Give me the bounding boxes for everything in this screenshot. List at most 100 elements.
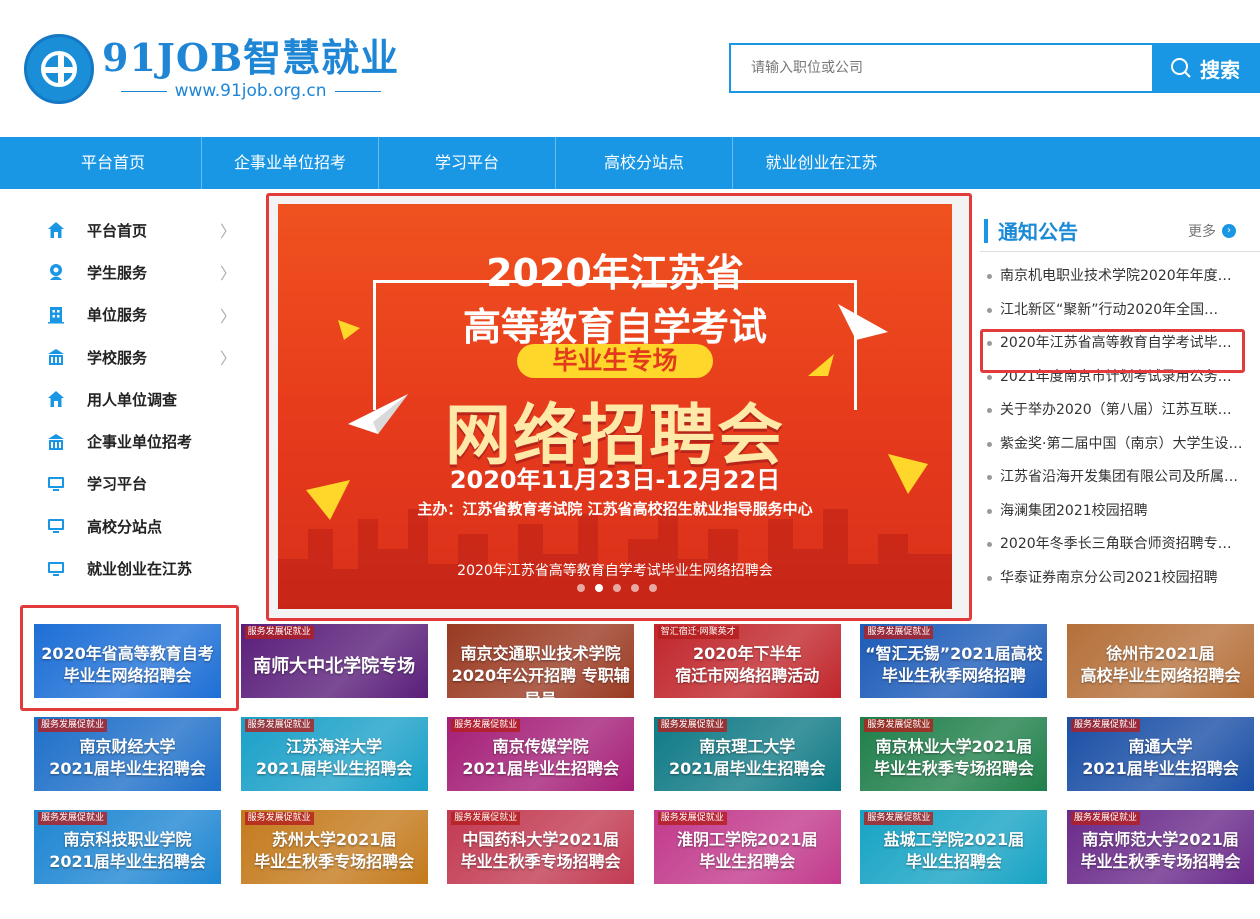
notice-item[interactable]: 江北新区“聚新”行动2020年全国… bbox=[980, 294, 1252, 328]
notice-item[interactable]: 江苏省沿海开发集团有限公司及所属… bbox=[980, 461, 1252, 495]
notice-item[interactable]: 紫金奖·第二届中国（南京）大学生设… bbox=[980, 428, 1252, 462]
tile-subtitle: 高校毕业生网络招聘会 bbox=[1080, 666, 1241, 685]
notice-list: 南京机电职业技术学院2020年年度… 江北新区“聚新”行动2020年全国… 20… bbox=[980, 260, 1260, 595]
logo-emblem-icon bbox=[24, 34, 94, 104]
sidebar-item-school-services[interactable]: 学校服务 〉 bbox=[25, 336, 250, 378]
notice-header: 通知公告 更多 › bbox=[980, 210, 1260, 252]
tile-subtitle: 2021届毕业生招聘会 bbox=[669, 759, 826, 778]
recruitment-tile[interactable]: 服务发展促就业 南京师范大学2021届 毕业生秋季专场招聘会 bbox=[1067, 810, 1254, 884]
notice-title: 通知公告 bbox=[998, 220, 1078, 244]
sidebar-item-label: 学习平台 bbox=[87, 475, 148, 494]
sidebar-item-college-sites[interactable]: 高校分站点 bbox=[25, 505, 250, 547]
nav-item-recruitment-exams[interactable]: 企事业单位招考 bbox=[202, 137, 379, 189]
recruitment-tile[interactable]: 服务发展促就业 南京财经大学 2021届毕业生招聘会 bbox=[34, 717, 221, 791]
tile-tag: 服务发展促就业 bbox=[864, 812, 934, 825]
recruitment-tile[interactable]: 服务发展促就业 南京林业大学2021届 毕业生秋季专场招聘会 bbox=[860, 717, 1048, 791]
search-button-label: 搜索 bbox=[1200, 57, 1240, 82]
recruitment-tile[interactable]: 服务发展促就业南京科技职业学院 2021届毕业生招聘会 bbox=[34, 810, 221, 884]
tile-title: 南京理工大学 bbox=[699, 737, 796, 756]
carousel-dot[interactable] bbox=[595, 584, 603, 592]
chevron-right-icon: 〉 bbox=[219, 306, 236, 326]
tile-tag: 服务发展促就业 bbox=[657, 719, 727, 732]
recruitment-tile[interactable]: 服务发展促就业 苏州大学2021届 毕业生秋季专场招聘会 bbox=[240, 810, 428, 884]
recruitment-tile[interactable]: 南京交通职业技术学院 2020年公开招聘 专职辅导员 bbox=[447, 624, 635, 698]
tile-subtitle: 2021届毕业生招聘会 bbox=[462, 759, 619, 778]
main-nav: 平台首页 企事业单位招考 学习平台 高校分站点 就业创业在江苏 bbox=[0, 137, 1260, 189]
recruitment-tile[interactable]: 服务发展促就业 淮阴工学院2021届 毕业生招聘会 bbox=[653, 810, 841, 884]
banner-carousel[interactable]: 2020年江苏省 高等教育自学考试 毕业生专场 网络招聘会 2020年11月23… bbox=[278, 204, 952, 609]
tile-subtitle: 2021届毕业生招聘会 bbox=[49, 759, 206, 778]
site-logo[interactable]: 91JOB智慧就业 www.91job.org.cn bbox=[24, 34, 399, 104]
tile-title: 南京科技职业学院 bbox=[63, 830, 192, 849]
notice-highlight-frame bbox=[980, 329, 1245, 373]
tile-tag: 服务发展促就业 bbox=[657, 812, 727, 825]
paper-plane-icon bbox=[348, 394, 408, 434]
search-bar: 搜索 bbox=[729, 43, 1260, 93]
tile-tag: 服务发展促就业 bbox=[38, 719, 108, 732]
home-icon bbox=[48, 391, 64, 408]
chevron-right-icon: 〉 bbox=[219, 264, 236, 284]
recruitment-tile[interactable]: 服务发展促就业 中国药科大学2021届 毕业生秋季专场招聘会 bbox=[447, 810, 635, 884]
tile-subtitle: 2021届毕业生招聘会 bbox=[255, 759, 413, 778]
chevron-right-icon: 〉 bbox=[219, 222, 236, 242]
tile-highlight-frame bbox=[20, 605, 239, 711]
sidebar-item-jiangsu-employment[interactable]: 就业创业在江苏 bbox=[25, 547, 250, 589]
tile-subtitle: 2020年公开招聘 专职辅导员 bbox=[451, 666, 630, 698]
nav-item-home[interactable]: 平台首页 bbox=[25, 137, 202, 189]
sidebar-item-employer-survey[interactable]: 用人单位调查 bbox=[25, 378, 250, 420]
notice-item[interactable]: 南京机电职业技术学院2020年年度… bbox=[980, 260, 1252, 294]
sidebar-item-employer-services[interactable]: 单位服务 〉 bbox=[25, 294, 250, 336]
notice-panel: 通知公告 更多 › 南京机电职业技术学院2020年年度… 江北新区“聚新”行动2… bbox=[980, 210, 1260, 595]
recruitment-tile[interactable]: 服务发展促就业 盐城工学院2021届 毕业生招聘会 bbox=[860, 810, 1048, 884]
notice-item[interactable]: 海澜集团2021校园招聘 bbox=[980, 495, 1252, 529]
recruitment-tile[interactable]: 智汇宿迁·网聚英才 2020年下半年 宿迁市网络招聘活动 bbox=[653, 624, 841, 698]
tile-tag: 服务发展促就业 bbox=[38, 812, 108, 825]
tile-title: 苏州大学2021届 bbox=[271, 830, 397, 849]
sidebar-item-label: 就业创业在江苏 bbox=[87, 560, 193, 579]
sidebar-item-learning[interactable]: 学习平台 bbox=[25, 463, 250, 505]
tile-title: 南师大中北学院专场 bbox=[253, 656, 416, 677]
search-input[interactable] bbox=[731, 45, 1152, 91]
banner-date: 2020年11月23日-12月22日 bbox=[449, 466, 781, 494]
recruitment-tile[interactable]: 服务发展促就业 南师大中北学院专场 bbox=[240, 624, 428, 698]
carousel-dot[interactable] bbox=[577, 584, 585, 592]
sidebar-item-student-services[interactable]: 学生服务 〉 bbox=[25, 251, 250, 293]
nav-item-college-sites[interactable]: 高校分站点 bbox=[556, 137, 733, 189]
tile-subtitle: 2021届毕业生招聘会 bbox=[49, 852, 206, 871]
sidebar-item-label: 用人单位调查 bbox=[87, 390, 178, 409]
carousel-dot[interactable] bbox=[631, 584, 639, 592]
tile-title: 盐城工学院2021届 bbox=[883, 830, 1025, 849]
tile-tag: 服务发展促就业 bbox=[451, 812, 521, 825]
logo-title: 91JOB智慧就业 bbox=[102, 35, 400, 80]
tile-title: 南京师范大学2021届 bbox=[1082, 830, 1239, 849]
recruitment-tile[interactable]: 服务发展促就业 江苏海洋大学 2021届毕业生招聘会 bbox=[240, 717, 428, 791]
recruitment-tile[interactable]: 徐州市2021届 高校毕业生网络招聘会 bbox=[1067, 624, 1254, 698]
recruitment-tile[interactable]: 服务发展促就业 南通大学 2021届毕业生招聘会 bbox=[1067, 717, 1254, 791]
recruitment-tile[interactable]: 服务发展促就业 南京传媒学院 2021届毕业生招聘会 bbox=[447, 717, 635, 791]
tile-subtitle: 2021届毕业生招聘会 bbox=[1082, 759, 1239, 778]
sidebar-item-recruitment-exams[interactable]: 企事业单位招考 bbox=[25, 420, 250, 462]
nav-item-jiangsu-employment[interactable]: 就业创业在江苏 bbox=[733, 137, 910, 189]
nav-item-learning[interactable]: 学习平台 bbox=[379, 137, 556, 189]
notice-item[interactable]: 关于举办2020（第八届）江苏互联… bbox=[980, 394, 1252, 428]
triangle-decoration-icon bbox=[306, 480, 350, 520]
chevron-right-icon: › bbox=[1222, 223, 1236, 238]
recruitment-tile[interactable]: 服务发展促就业 “智汇无锡”2021届高校 毕业生秋季网络招聘 bbox=[860, 624, 1048, 698]
sidebar-menu: 平台首页 〉 学生服务 〉 单位服务 〉 学校服务 〉 用人单位调查 企事业单位… bbox=[25, 209, 250, 590]
notice-item[interactable]: 华泰证券南京分公司2021校园招聘 bbox=[980, 562, 1252, 596]
tile-subtitle: 毕业生秋季专场招聘会 bbox=[873, 759, 1034, 778]
tile-tag: 智汇宿迁·网聚英才 bbox=[657, 626, 739, 639]
tile-subtitle: 毕业生招聘会 bbox=[699, 852, 796, 871]
carousel-dot[interactable] bbox=[649, 584, 657, 592]
carousel-dot[interactable] bbox=[613, 584, 621, 592]
notice-more-label: 更多 bbox=[1188, 223, 1216, 240]
search-button[interactable]: 搜索 bbox=[1152, 45, 1258, 91]
sidebar-item-label: 单位服务 bbox=[87, 306, 148, 325]
banner-host: 主办：江苏省教育考试院 江苏省高校招生就业指导服务中心 bbox=[417, 500, 813, 518]
notice-more-link[interactable]: 更多 › bbox=[1188, 221, 1236, 241]
recruitment-tile[interactable]: 服务发展促就业南京理工大学 2021届毕业生招聘会 bbox=[653, 717, 841, 791]
notice-item[interactable]: 2020年冬季长三角联合师资招聘专… bbox=[980, 528, 1252, 562]
tile-subtitle: 毕业生秋季专场招聘会 bbox=[460, 852, 621, 871]
banner-caption: 2020年江苏省高等教育自学考试毕业生网络招聘会 bbox=[457, 563, 773, 579]
sidebar-item-home[interactable]: 平台首页 〉 bbox=[25, 209, 250, 251]
